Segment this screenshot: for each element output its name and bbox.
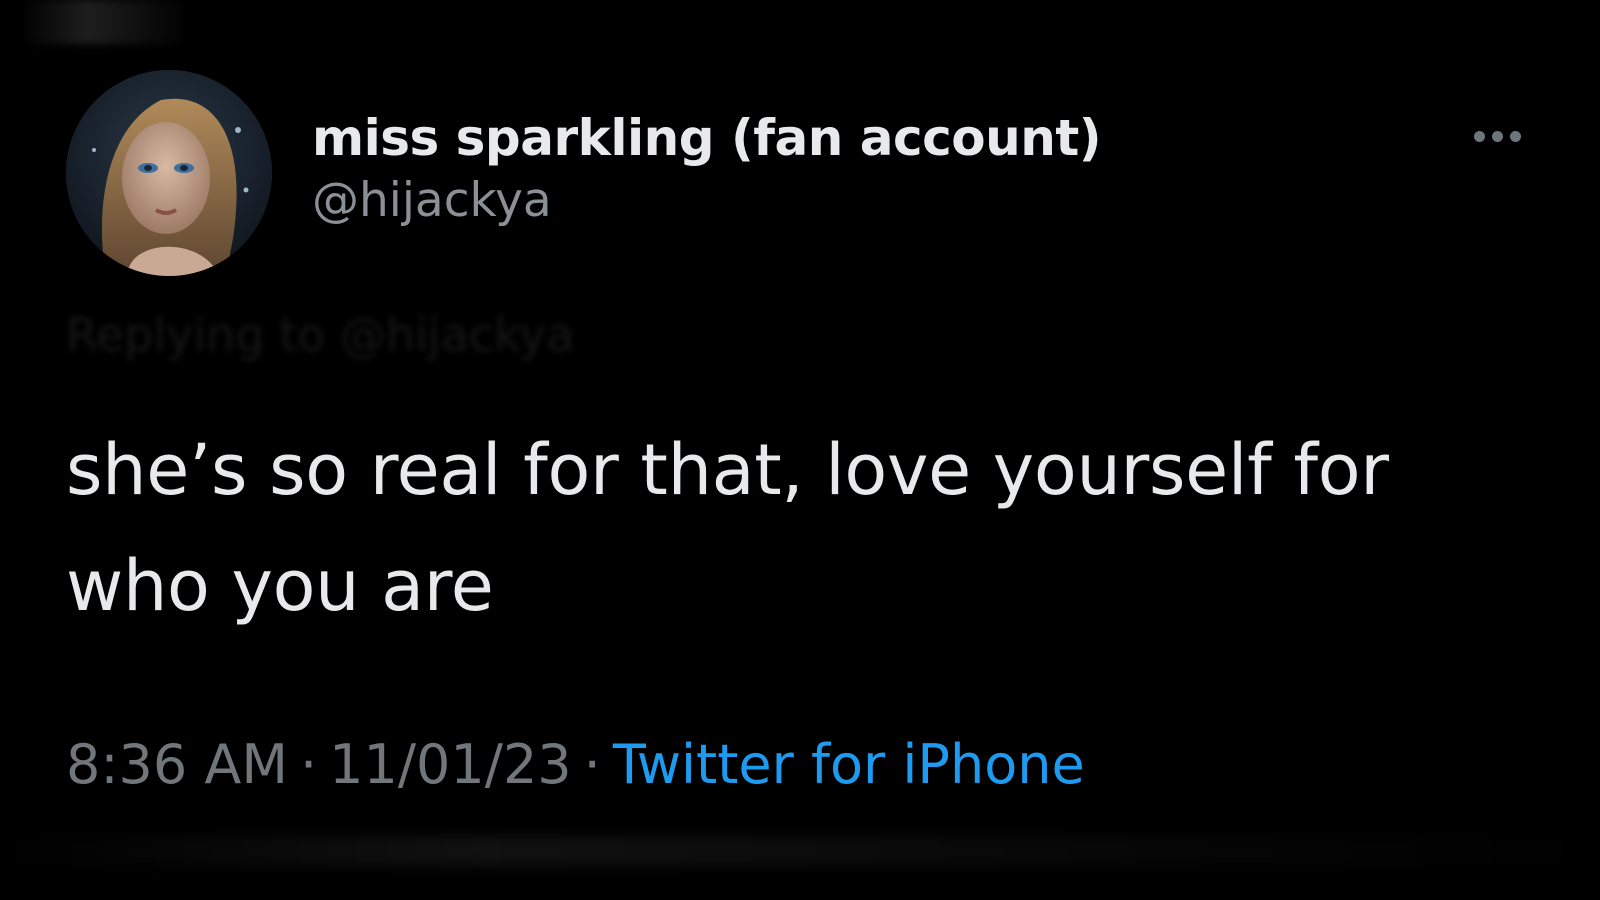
tweet-date[interactable]: 11/01/23 — [329, 733, 572, 796]
tweet-meta: 8:36 AM · 11/01/23 · Twitter for iPhone — [66, 730, 1085, 800]
more-horizontal-icon — [1473, 130, 1485, 142]
replying-to-line: Replying to @hijackya — [66, 308, 575, 362]
meta-separator: · — [299, 733, 318, 796]
author-handle[interactable]: @hijackya — [312, 170, 1101, 232]
bottom-blur-artifact — [0, 836, 1600, 866]
tweet-source-link[interactable]: Twitter for iPhone — [613, 733, 1085, 796]
more-options-button[interactable] — [1462, 118, 1532, 154]
more-horizontal-icon-dot — [1509, 130, 1521, 142]
avatar[interactable] — [66, 70, 272, 276]
meta-separator: · — [583, 733, 601, 796]
avatar-image — [66, 70, 272, 276]
tweet-header: miss sparkling (fan account) @hijackya — [312, 108, 1102, 232]
tweet-text: she’s so real for that, love yourself fo… — [66, 429, 1389, 627]
top-blur-artifact — [20, 0, 190, 44]
tweet-card: miss sparkling (fan account) @hijackya R… — [0, 0, 1600, 900]
author-display-name[interactable]: miss sparkling (fan account) — [312, 108, 1102, 168]
more-horizontal-icon-dot — [1491, 130, 1503, 142]
tweet-time[interactable]: 8:36 AM — [66, 733, 288, 796]
